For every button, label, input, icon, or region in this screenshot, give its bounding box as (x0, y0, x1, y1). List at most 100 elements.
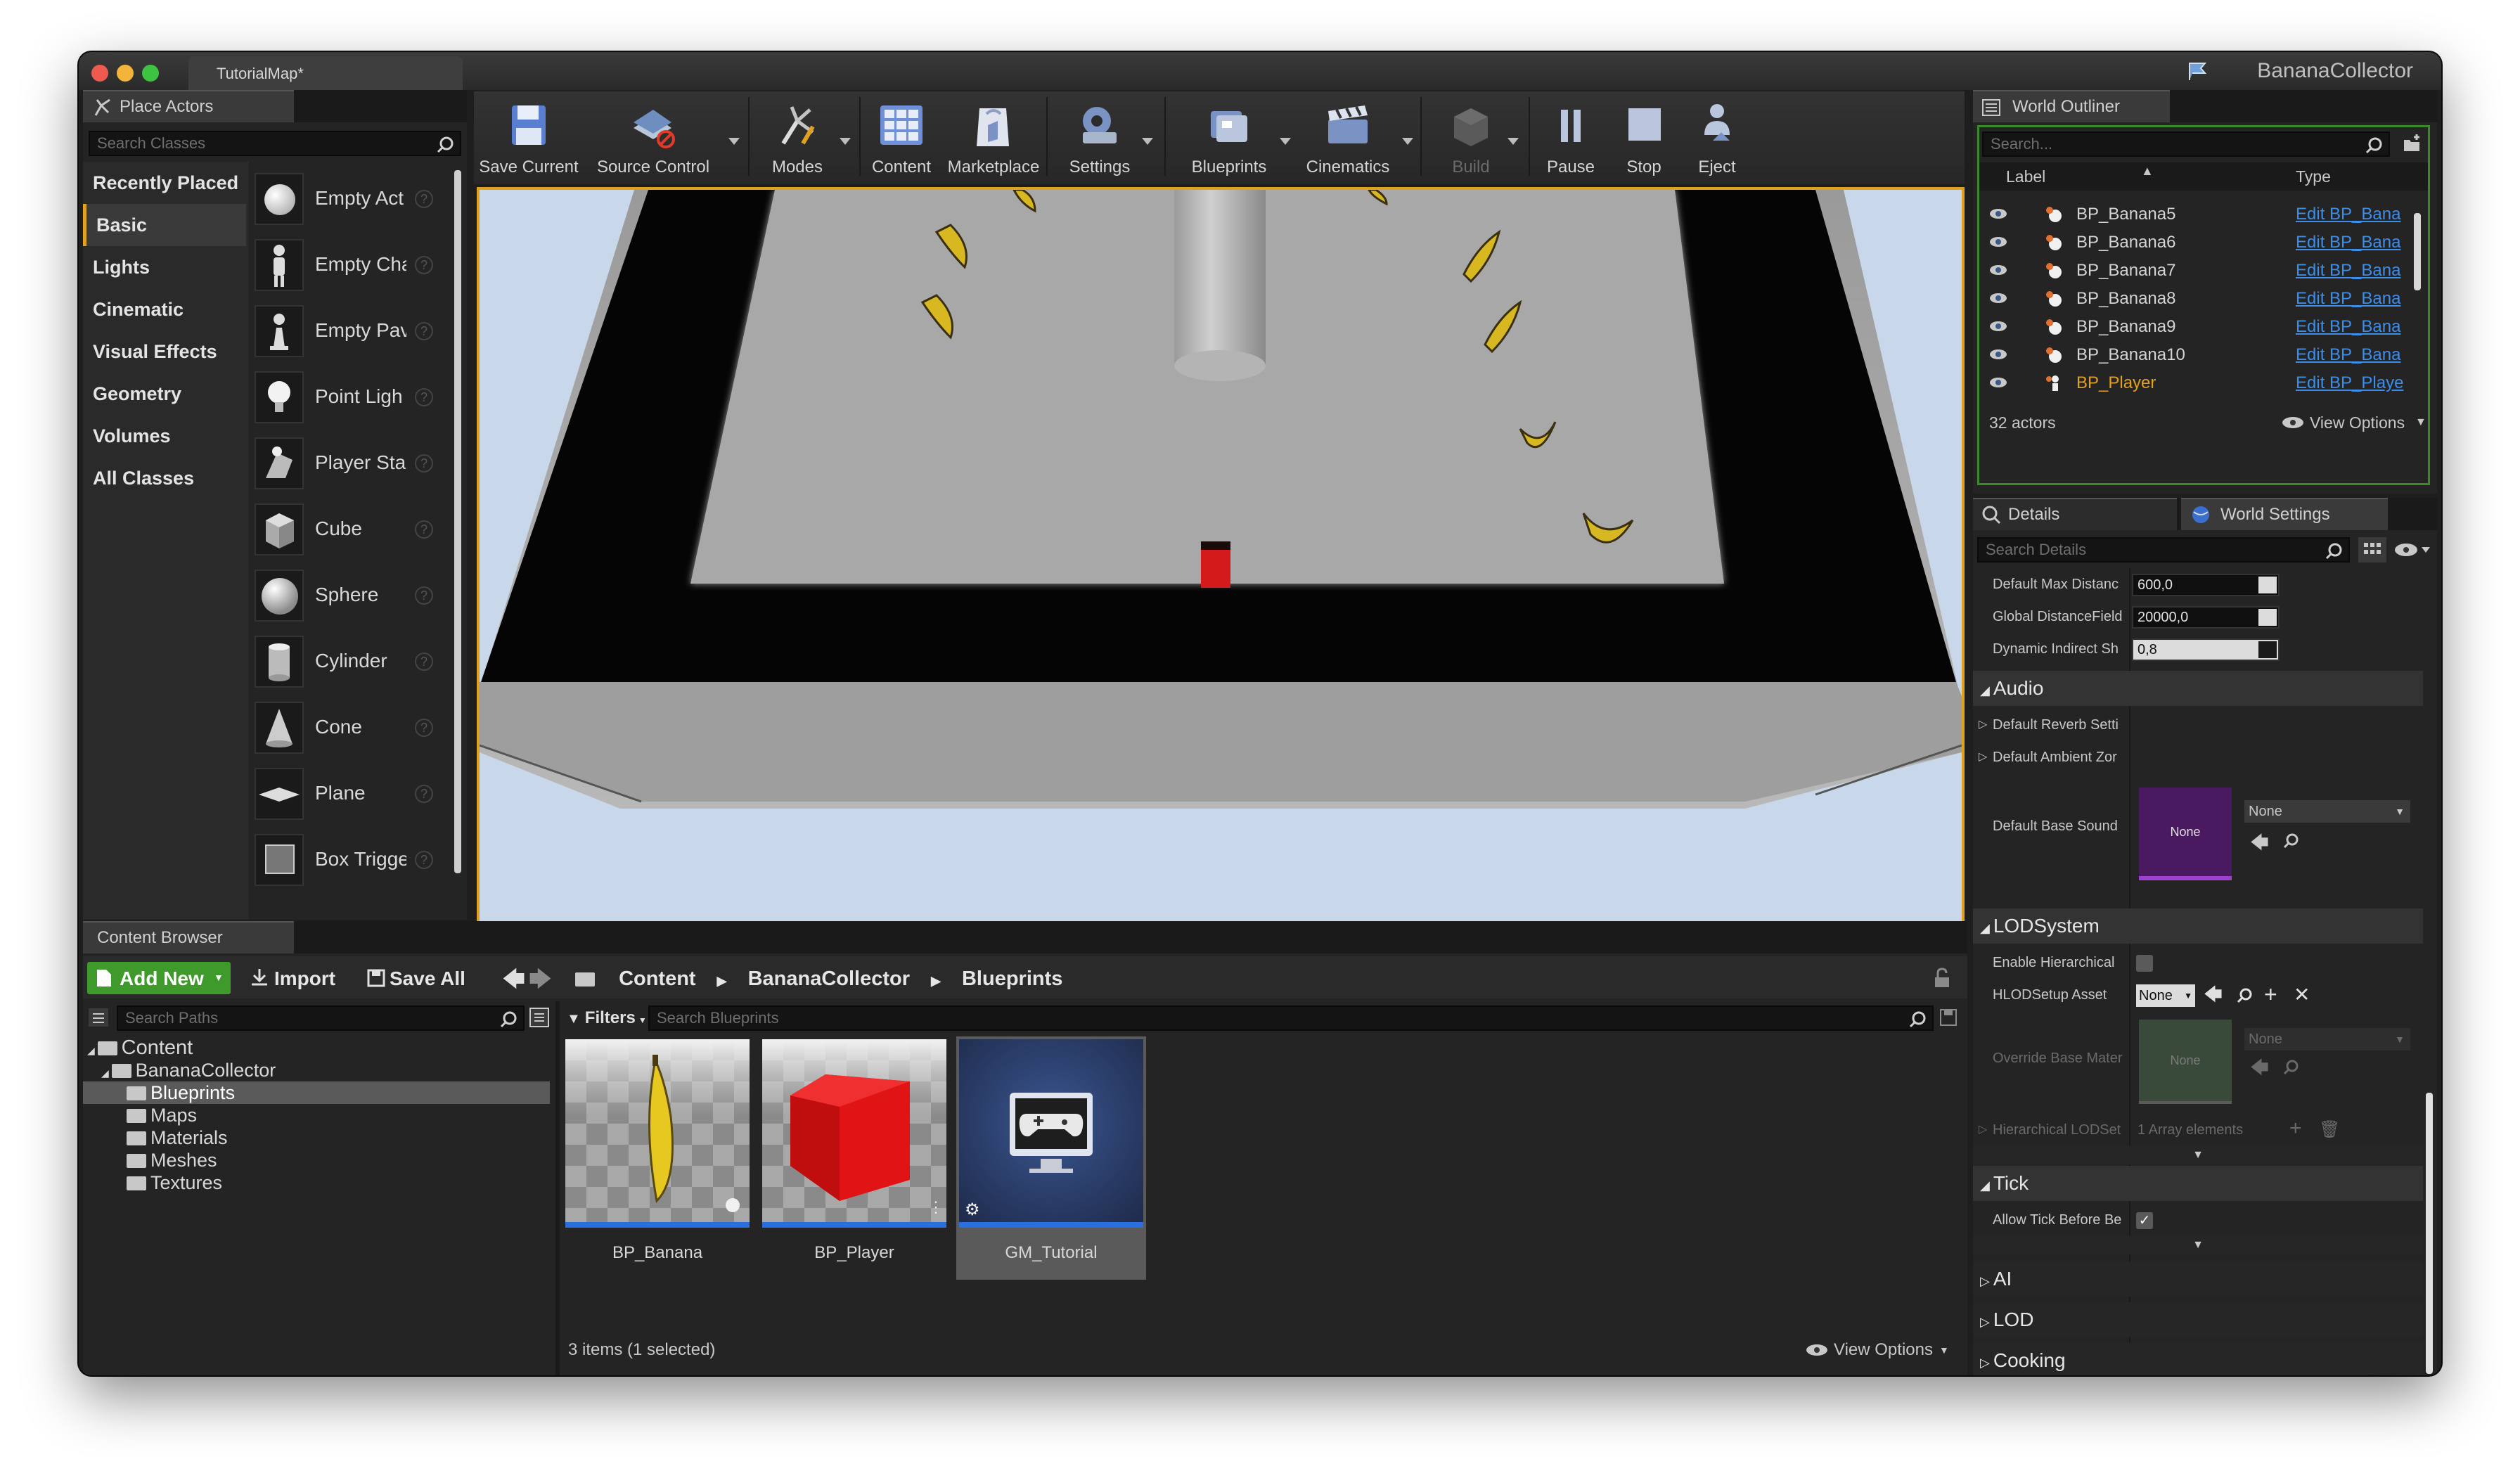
property-matrix-icon[interactable] (2358, 537, 2386, 563)
section-ai[interactable]: ▷ AI (1973, 1261, 2423, 1297)
trash-icon[interactable]: 🗑 (2319, 1119, 2340, 1140)
help-icon[interactable]: ? (415, 190, 433, 208)
pause-button[interactable]: Pause (1536, 96, 1606, 180)
hlod-setup-combo[interactable]: None ▼ (2136, 984, 2195, 1007)
modes-button[interactable]: Modes (755, 96, 840, 180)
spin-handle[interactable] (2258, 577, 2277, 593)
back-arrow-icon[interactable]: 🡄 (502, 963, 525, 1001)
help-icon[interactable]: ? (415, 322, 433, 340)
outliner-view-options-button[interactable]: View Options ▼ (2282, 409, 2429, 437)
marketplace-button[interactable]: Marketplace (942, 96, 1045, 180)
actor-item-cone[interactable]: Cone? (250, 698, 435, 758)
tick-advanced-expand-arrow[interactable]: ▼ (1973, 1236, 2423, 1254)
forward-arrow-icon[interactable]: 🡆 (529, 963, 552, 1001)
asset-tile-bp-player[interactable]: ⋮ BP_Player (759, 1036, 949, 1280)
breadcrumb-content[interactable]: Content (619, 968, 696, 990)
breadcrumb-separator-icon[interactable]: ▶ (717, 974, 727, 988)
spin-handle[interactable] (2258, 609, 2277, 626)
settings-dropdown[interactable] (1142, 138, 1153, 145)
add-icon[interactable]: + (2264, 982, 2277, 1008)
help-icon[interactable]: ? (415, 520, 433, 539)
help-icon[interactable]: ? (415, 586, 433, 605)
advanced-expand-arrow[interactable]: ▼ (1973, 1146, 2423, 1164)
level-viewport[interactable] (477, 187, 1965, 925)
section-lod[interactable]: ▷ LOD (1973, 1302, 2423, 1337)
asset-tile-gm-tutorial[interactable]: ⚙ GM_Tutorial (956, 1036, 1146, 1280)
tree-item-meshes[interactable]: Meshes (127, 1149, 217, 1171)
breadcrumb-separator-icon[interactable]: ▶ (931, 974, 941, 988)
collapse-sources-icon[interactable] (87, 1007, 110, 1028)
outliner-row[interactable]: BP_Banana5 Edit BP_Bana (1979, 200, 2421, 229)
sound-asset-combo[interactable]: None ▼ (2244, 800, 2410, 823)
help-icon[interactable]: ? (415, 719, 433, 737)
settings-button[interactable]: Settings (1053, 96, 1146, 180)
section-cooking[interactable]: ▷ Cooking (1973, 1343, 2423, 1375)
tab-content-browser[interactable]: Content Browser (83, 921, 294, 953)
actor-item-cube[interactable]: Cube? (250, 499, 435, 560)
blueprints-button[interactable]: Blueprints (1173, 96, 1285, 180)
tab-details[interactable]: Details (1973, 498, 2177, 530)
outliner-row[interactable]: BP_Banana10 Edit BP_Bana (1979, 341, 2421, 369)
dynamic-indirect-shadows-field[interactable]: 0,8 (2132, 638, 2280, 661)
stop-button[interactable]: Stop (1609, 96, 1679, 180)
column-label[interactable]: Label (2006, 162, 2045, 191)
visibility-filter-icon[interactable] (2393, 541, 2431, 558)
actor-item-sphere[interactable]: Sphere? (250, 565, 435, 626)
search-blueprints-input[interactable]: Search Blueprints (648, 1005, 1934, 1031)
outliner-row[interactable]: BP_Banana9 Edit BP_Bana (1979, 313, 2421, 341)
tree-item-bananacollector[interactable]: ◢ BananaCollector (101, 1059, 276, 1081)
add-new-button[interactable]: Add New ▼ (87, 962, 231, 994)
add-element-icon[interactable]: + (2289, 1117, 2302, 1140)
prop-default-ambient-zone[interactable]: ▷ Default Ambient Zor (1973, 741, 2423, 773)
actor-item-empty-character[interactable]: Empty Cha? (250, 235, 435, 295)
sound-asset-thumbnail[interactable]: None (2139, 788, 2232, 880)
save-current-button[interactable]: Save Current (474, 96, 584, 180)
use-selected-arrow-icon[interactable]: 🡄 (2204, 982, 2223, 1013)
help-icon[interactable]: ? (415, 653, 433, 671)
tree-item-content[interactable]: ◢ Content (87, 1036, 193, 1059)
expand-arrow-icon[interactable]: ▷ (1979, 1122, 1987, 1136)
outliner-row[interactable]: BP_Banana7 Edit BP_Bana (1979, 257, 2421, 285)
actor-item-player-start[interactable]: Player Sta? (250, 433, 435, 494)
modes-dropdown[interactable] (840, 138, 851, 145)
outliner-search-input[interactable]: Search... (1982, 131, 2390, 157)
help-icon[interactable]: ? (415, 785, 433, 803)
zoom-window-button[interactable] (142, 65, 159, 82)
search-details-input[interactable]: Search Details (1977, 537, 2350, 563)
browse-search-icon[interactable] (2236, 987, 2253, 1004)
override-material-thumbnail[interactable]: None (2139, 1020, 2232, 1104)
search-classes-input[interactable]: Search Classes (89, 131, 461, 156)
collections-icon[interactable] (529, 1007, 550, 1028)
search-paths-input[interactable]: Search Paths (117, 1005, 525, 1031)
tree-item-materials[interactable]: Materials (127, 1126, 228, 1149)
source-control-button[interactable]: Source Control (586, 96, 720, 180)
breadcrumb-bananacollector[interactable]: BananaCollector (748, 968, 910, 990)
column-type[interactable]: Type (2296, 162, 2331, 191)
help-icon[interactable]: ? (415, 388, 433, 406)
tree-item-textures[interactable]: Textures (127, 1171, 222, 1194)
help-icon[interactable]: ? (415, 454, 433, 473)
asset-tile-bp-banana[interactable]: BP_Banana (562, 1036, 752, 1280)
help-icon[interactable]: ? (415, 851, 433, 869)
actor-list-scrollbar[interactable] (454, 170, 461, 873)
close-window-button[interactable] (91, 65, 108, 82)
global-distance-field-field[interactable]: 20000,0 (2132, 606, 2280, 629)
minimize-window-button[interactable] (117, 65, 134, 82)
outliner-row[interactable]: BP_Player Edit BP_Playe (1979, 369, 2421, 397)
default-max-distance-field[interactable]: 600,0 (2132, 574, 2280, 596)
save-all-button[interactable]: Save All (361, 962, 474, 994)
blueprints-dropdown[interactable] (1280, 138, 1291, 145)
prop-default-reverb[interactable]: ▷ Default Reverb Setti (1973, 709, 2423, 741)
visibility-eye-icon[interactable] (1989, 264, 2007, 276)
visibility-eye-icon[interactable] (1989, 320, 2007, 333)
save-search-icon[interactable] (1939, 1008, 1958, 1027)
visibility-eye-icon[interactable] (1989, 207, 2007, 220)
outliner-row[interactable]: BP_Banana6 Edit BP_Bana (1979, 229, 2421, 257)
actor-item-empty-pawn[interactable]: Empty Pav? (250, 301, 435, 361)
asset-view-options-button[interactable]: View Options ▼ (1806, 1337, 1953, 1363)
build-dropdown[interactable] (1508, 138, 1519, 145)
help-icon[interactable]: ? (415, 256, 433, 274)
cinematics-dropdown[interactable] (1402, 138, 1413, 145)
level-tab[interactable]: TutorialMap* (188, 56, 463, 90)
section-tick[interactable]: ◢ Tick (1973, 1166, 2423, 1201)
